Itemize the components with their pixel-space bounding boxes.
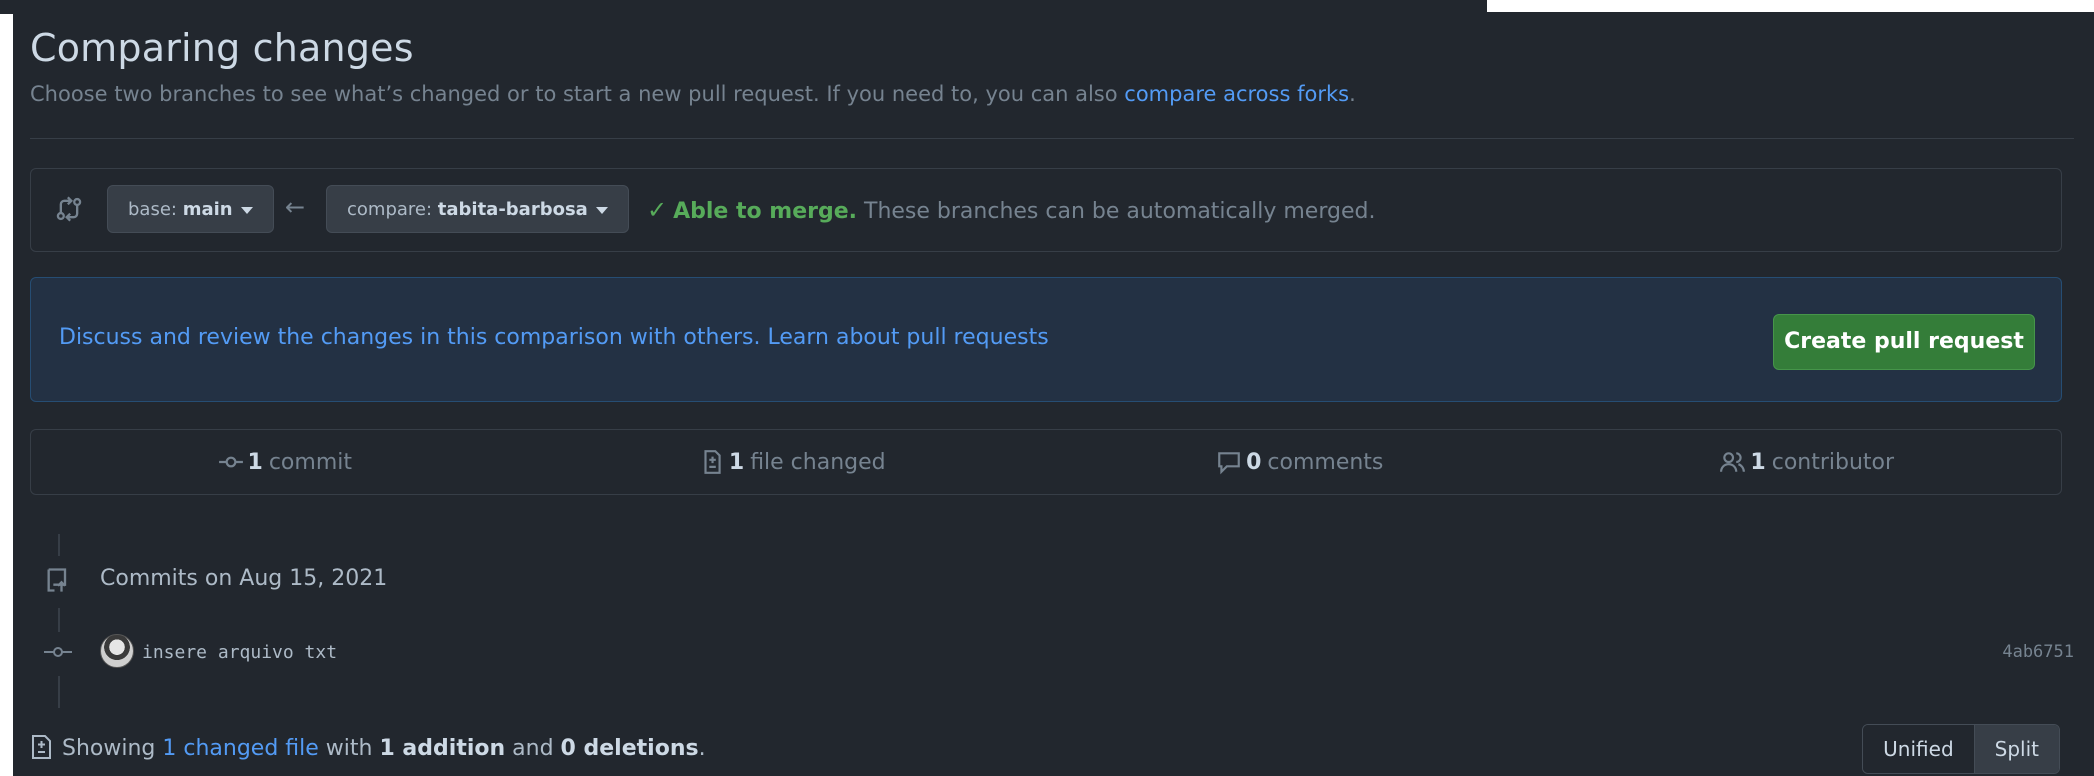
compare-stats: 1 commit 1 file changed 0 comments 1 contrib… [30, 429, 2062, 495]
subtitle-text: Choose two branches to see what’s change… [30, 82, 1125, 106]
additions-count: 1 addition [379, 736, 506, 761]
commits-label: commit [268, 449, 352, 475]
diff-summary-bar: Showing 1 changed file with 1 addition a… [30, 724, 2074, 774]
deletions-count: 0 deletions [560, 736, 699, 761]
learn-about-pull-requests-link[interactable]: Learn about pull requests [767, 325, 1048, 350]
unified-view-button[interactable]: Unified [1863, 725, 1975, 773]
base-branch-name: main [182, 199, 233, 220]
commit-group-header: Commits on Aug 15, 2021 [30, 557, 2030, 601]
summary-end: . [698, 736, 706, 761]
compare-page: Comparing changes Choose two branches to… [13, 12, 2094, 776]
comments-count: 0 [1246, 449, 1262, 475]
page-subtitle: Choose two branches to see what’s change… [30, 82, 1356, 106]
caret-down-icon [240, 206, 253, 214]
discuss-message: Discuss and review the changes in this c… [59, 325, 1049, 350]
compare-prefix: compare: [347, 199, 438, 220]
compare-across-forks-link[interactable]: compare across forks [1124, 82, 1349, 106]
check-icon: ✓ [647, 196, 668, 224]
file-diff-icon [704, 450, 721, 474]
commit-message-link[interactable]: insere arquivo txt [142, 642, 337, 663]
timeline-line [58, 534, 60, 556]
caret-down-icon [595, 206, 608, 214]
diff-view-toggle: Unified Split [1862, 724, 2060, 774]
range-editor: base: main ← compare: tabita-barbosa ✓ Ab… [30, 168, 2062, 252]
merge-status: ✓ Able to merge. These branches can be au… [647, 196, 1375, 224]
file-diff-icon [32, 735, 51, 759]
subtitle-end: . [1349, 82, 1356, 106]
git-commit-icon [44, 647, 72, 657]
contributors-stat[interactable]: 1 contributor [1554, 430, 2062, 494]
commit-group-label: Commits on Aug 15, 2021 [100, 566, 388, 591]
and-text: and [505, 736, 561, 761]
pull-request-flash: Discuss and review the changes in this c… [30, 277, 2062, 402]
merge-detail-text: These branches can be automatically merg… [857, 199, 1376, 224]
commits-count: 1 [247, 449, 263, 475]
create-pull-request-button[interactable]: Create pull request [1773, 314, 2035, 370]
commits-stat[interactable]: 1 commit [31, 430, 539, 494]
commit-row: insere arquivo txt 4ab6751 [30, 630, 2074, 674]
timeline-line [58, 676, 60, 708]
comment-icon [1218, 452, 1240, 475]
base-prefix: base: [128, 199, 183, 220]
people-icon [1720, 452, 1746, 472]
changed-files-link[interactable]: 1 changed file [162, 736, 318, 761]
repo-push-icon [47, 568, 67, 592]
arrow-left-icon: ← [285, 193, 306, 221]
git-commit-icon [218, 456, 243, 468]
files-count: 1 [728, 449, 745, 475]
page-title: Comparing changes [30, 26, 414, 70]
files-label: file changed [750, 449, 886, 475]
divider [30, 138, 2074, 139]
timeline-line [58, 608, 60, 632]
files-stat[interactable]: 1 file changed [539, 430, 1047, 494]
with-text: with [318, 736, 380, 761]
base-branch-button[interactable]: base: main [107, 185, 274, 233]
author-avatar[interactable] [100, 634, 134, 668]
showing-text: Showing [62, 736, 163, 761]
diff-summary: Showing 1 changed file with 1 addition a… [62, 736, 706, 761]
discuss-text: Discuss and review the changes in this c… [59, 325, 768, 350]
comments-label: comments [1267, 449, 1384, 475]
commit-sha-link[interactable]: 4ab6751 [2002, 642, 2074, 662]
merge-ok-text: Able to merge. [673, 199, 858, 224]
contributors-count: 1 [1750, 449, 1766, 475]
split-view-button[interactable]: Split [1974, 725, 2059, 773]
top-bar-blank [1487, 0, 2094, 12]
comments-stat[interactable]: 0 comments [1046, 430, 1554, 494]
compare-branch-name: tabita-barbosa [437, 199, 588, 220]
compare-branch-button[interactable]: compare: tabita-barbosa [326, 185, 629, 233]
git-compare-icon [56, 196, 82, 222]
contributors-label: contributor [1771, 449, 1895, 475]
